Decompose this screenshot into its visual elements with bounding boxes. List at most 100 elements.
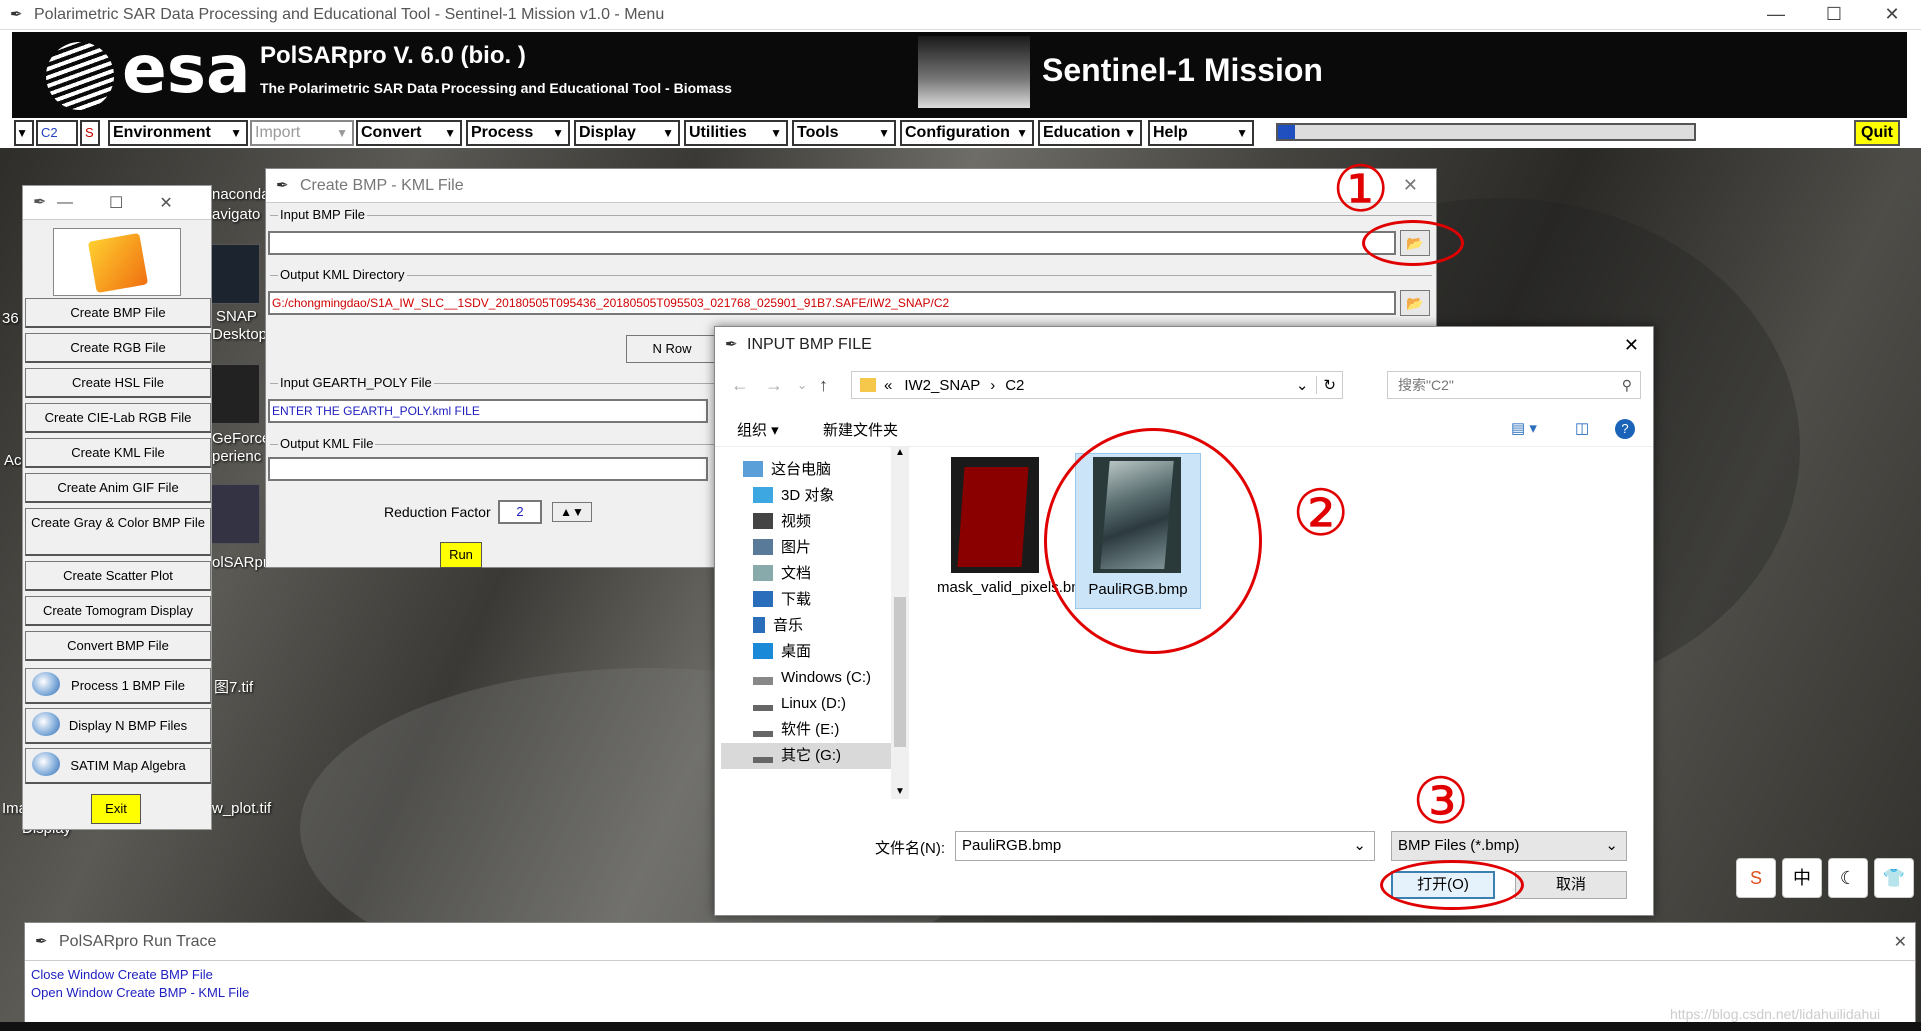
nav-documents[interactable]: 文档 [753, 561, 811, 587]
close-button[interactable]: ✕ [1624, 335, 1639, 356]
menu-help[interactable]: Help ▼ [1148, 120, 1254, 146]
nrow-button[interactable]: N Row [626, 335, 718, 363]
display-n-bmp-button[interactable]: Display N BMP Files [25, 708, 211, 744]
satim-map-algebra-button[interactable]: SATIM Map Algebra [25, 748, 211, 784]
breadcrumb-iw2-snap[interactable]: IW2_SNAP [904, 377, 980, 394]
desktop-label-anaconda[interactable]: naconda [212, 186, 270, 203]
desktop-label-ac[interactable]: Ac [4, 452, 22, 469]
nav-scrollbar[interactable]: ▲ ▼ [891, 447, 909, 799]
snap-desktop-icon[interactable] [210, 244, 260, 304]
desktop-label-36[interactable]: 36 [2, 310, 19, 327]
desktop-label-polsarpro[interactable]: olSARpr [212, 554, 268, 571]
new-folder-button[interactable]: 新建文件夹 [823, 419, 898, 440]
geforce-icon[interactable] [210, 364, 260, 424]
nav-3d-objects[interactable]: 3D 对象 [753, 483, 834, 509]
menu-display[interactable]: Display ▼ [574, 120, 680, 146]
menu-tools[interactable]: Tools ▼ [792, 120, 896, 146]
chinese-mode-icon[interactable]: 中 [1782, 858, 1822, 898]
menu-import[interactable]: Import ▼ [250, 120, 354, 146]
menu-education[interactable]: Education ▼ [1038, 120, 1142, 146]
scroll-up-icon[interactable]: ▲ [895, 447, 905, 458]
process-1-bmp-button[interactable]: Process 1 BMP File [25, 668, 211, 704]
back-arrow-icon[interactable]: ← [731, 371, 749, 399]
gearth-poly-field[interactable]: ENTER THE GEARTH_POLY.kml FILE [268, 399, 708, 423]
sogou-icon[interactable]: S [1736, 858, 1776, 898]
nav-pictures[interactable]: 图片 [753, 535, 811, 561]
forward-arrow-icon[interactable]: → [765, 371, 783, 399]
search-icon[interactable]: ⚲ [1622, 372, 1632, 398]
menu-utilities[interactable]: Utilities ▼ [684, 120, 788, 146]
cancel-button[interactable]: 取消 [1515, 871, 1627, 899]
moon-icon[interactable]: ☾ [1828, 858, 1868, 898]
nav-videos[interactable]: 视频 [753, 509, 811, 535]
preview-pane-icon[interactable]: ◫ [1575, 419, 1589, 437]
help-icon[interactable]: ? [1615, 419, 1635, 439]
exit-button[interactable]: Exit [91, 794, 141, 824]
menu-configuration[interactable]: Configuration ▼ [900, 120, 1034, 146]
skin-icon[interactable]: 👕 [1874, 858, 1914, 898]
recent-dropdown-icon[interactable]: ⌄ [797, 371, 807, 399]
create-scatter-plot-button[interactable]: Create Scatter Plot [25, 561, 211, 591]
desktop-label-snap[interactable]: SNAP [216, 308, 257, 325]
maximize-button[interactable]: ☐ [109, 193, 123, 213]
address-dropdown-icon[interactable]: ⌄ [1296, 376, 1309, 394]
breadcrumb-overflow[interactable]: « [884, 377, 892, 394]
nav-drive-d[interactable]: Linux (D:) [753, 691, 846, 717]
minimize-button[interactable]: — [1747, 0, 1805, 28]
scroll-down-icon[interactable]: ▼ [895, 786, 905, 797]
minimize-button[interactable]: — [57, 194, 73, 212]
organize-button[interactable]: 组织 ▾ [737, 419, 779, 440]
mode-s[interactable]: S [80, 120, 100, 146]
run-button[interactable]: Run [440, 542, 482, 568]
nav-downloads[interactable]: 下载 [753, 587, 811, 613]
create-rgb-file-button[interactable]: Create RGB File [25, 333, 211, 363]
convert-bmp-file-button[interactable]: Convert BMP File [25, 631, 211, 661]
output-kml-dir-field[interactable]: G:/chongmingdao/S1A_IW_SLC__1SDV_2018050… [268, 291, 1396, 315]
mode-dropdown-arrow[interactable]: ▼ [14, 120, 34, 146]
address-bar[interactable]: « IW2_SNAP › C2 ⌄ ↻ [851, 371, 1343, 399]
maximize-button[interactable]: ☐ [1805, 0, 1863, 28]
create-cielab-rgb-button[interactable]: Create CIE-Lab RGB File [25, 403, 211, 433]
nav-drive-e[interactable]: 软件 (E:) [753, 717, 839, 743]
filetype-dropdown-icon[interactable]: ⌄ [1605, 832, 1618, 860]
up-arrow-icon[interactable]: ↑ [819, 371, 828, 399]
output-kml-dir-folder-icon[interactable]: 📂 [1400, 290, 1430, 316]
reduction-factor-input[interactable]: 2 [498, 500, 542, 524]
create-anim-gif-button[interactable]: Create Anim GIF File [25, 473, 211, 503]
menu-process[interactable]: Process ▼ [466, 120, 570, 146]
desktop-label-plot[interactable]: w_plot.tif [212, 800, 271, 817]
menu-convert[interactable]: Convert ▼ [356, 120, 462, 146]
nav-this-pc[interactable]: 这台电脑 [743, 457, 831, 483]
nav-music[interactable]: 音乐 [753, 613, 803, 639]
create-hsl-file-button[interactable]: Create HSL File [25, 368, 211, 398]
menu-environment[interactable]: Environment ▼ [108, 120, 248, 146]
nav-drive-g[interactable]: 其它 (G:) [721, 743, 891, 769]
scrollbar-thumb[interactable] [894, 597, 906, 747]
desktop-label-navigator[interactable]: avigato [212, 206, 260, 223]
reduction-spinner-icon[interactable]: ▲▼ [552, 502, 592, 522]
refresh-icon[interactable]: ↻ [1316, 376, 1342, 394]
close-button[interactable]: ✕ [1403, 175, 1418, 196]
close-button[interactable]: ✕ [1894, 932, 1907, 952]
close-button[interactable]: ✕ [159, 193, 172, 213]
create-tomogram-display-button[interactable]: Create Tomogram Display [25, 596, 211, 626]
breadcrumb-c2[interactable]: C2 [1005, 377, 1024, 394]
nav-desktop[interactable]: 桌面 [753, 639, 811, 665]
mode-selector[interactable]: C2 [36, 120, 78, 146]
filename-dropdown-icon[interactable]: ⌄ [1353, 832, 1366, 860]
create-kml-file-button[interactable]: Create KML File [25, 438, 211, 468]
output-kml-field[interactable] [268, 457, 708, 481]
create-gray-color-bmp-button[interactable]: Create Gray & Color BMP File [25, 508, 211, 556]
desktop-label-experience[interactable]: perienc [212, 448, 261, 465]
desktop-label-fig7[interactable]: 图7.tif [214, 676, 253, 697]
create-bmp-file-button[interactable]: Create BMP File [25, 298, 211, 328]
polsarpro-icon[interactable] [210, 484, 260, 544]
desktop-label-geforce[interactable]: GeForce [212, 430, 270, 447]
input-bmp-field[interactable] [268, 231, 1396, 255]
filename-input[interactable]: PauliRGB.bmp ⌄ [955, 831, 1375, 861]
desktop-label-desktop[interactable]: Desktop [212, 326, 267, 343]
view-options-icon[interactable]: ▤ ▾ [1511, 419, 1537, 437]
quit-button[interactable]: Quit [1854, 120, 1900, 146]
close-button[interactable]: ✕ [1863, 0, 1921, 28]
file-thumbnail-mask[interactable] [951, 457, 1039, 573]
